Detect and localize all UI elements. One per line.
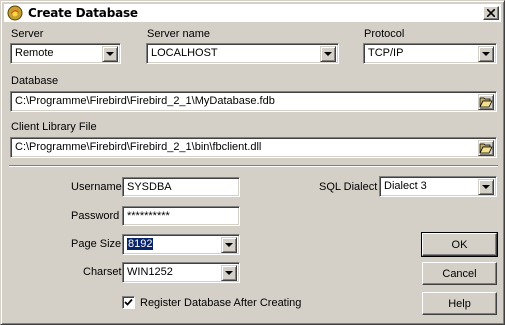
chevron-down-icon <box>324 52 332 56</box>
page-size-label: Page Size <box>71 238 122 250</box>
protocol-label: Protocol <box>364 28 405 40</box>
chevron-down-icon <box>225 243 233 247</box>
charset-label: Charset <box>83 266 122 278</box>
charset-select[interactable]: WIN1252 <box>122 262 240 283</box>
register-database-checkbox[interactable] <box>122 296 135 309</box>
page-size-dropdown-button[interactable] <box>221 237 237 253</box>
database-browse-button[interactable] <box>478 94 494 110</box>
username-input[interactable]: SYSDBA <box>122 177 240 197</box>
server-name-dropdown-button[interactable] <box>320 46 336 62</box>
database-app-icon <box>7 5 23 21</box>
server-name-value: LOCALHOST <box>151 47 218 59</box>
chevron-down-icon <box>482 52 490 56</box>
open-folder-icon <box>479 97 493 108</box>
client-library-value: C:\Programme\Firebird\Firebird_2_1\bin\f… <box>15 141 262 153</box>
protocol-select[interactable]: TCP/IP <box>363 43 497 64</box>
separator <box>9 165 498 167</box>
database-path-value: C:\Programme\Firebird\Firebird_2_1\MyDat… <box>15 95 275 107</box>
page-size-value: 8192 <box>127 238 154 250</box>
server-value: Remote <box>15 47 54 59</box>
sql-dialect-select[interactable]: Dialect 3 <box>379 176 497 197</box>
username-value: SYSDBA <box>127 181 172 193</box>
close-icon <box>487 9 495 17</box>
chevron-down-icon <box>482 185 490 189</box>
server-name-combo[interactable]: LOCALHOST <box>146 43 339 64</box>
client-library-browse-button[interactable] <box>478 140 494 156</box>
password-value: ********** <box>127 210 170 222</box>
sql-dialect-label: SQL Dialect <box>319 181 378 193</box>
server-dropdown-button[interactable] <box>102 46 118 62</box>
password-input[interactable]: ********** <box>122 206 240 226</box>
protocol-dropdown-button[interactable] <box>478 46 494 62</box>
server-label: Server <box>11 28 44 40</box>
sql-dialect-dropdown-button[interactable] <box>478 179 494 195</box>
close-button[interactable] <box>483 6 499 20</box>
charset-dropdown-button[interactable] <box>221 265 237 281</box>
help-button[interactable]: Help <box>422 292 497 315</box>
page-size-select[interactable]: 8192 <box>122 234 240 255</box>
title-bar: Create Database <box>4 4 501 22</box>
open-folder-icon <box>479 143 493 154</box>
sql-dialect-value: Dialect 3 <box>384 180 427 192</box>
register-database-label[interactable]: Register Database After Creating <box>140 297 301 309</box>
server-name-label: Server name <box>147 28 210 40</box>
password-label: Password <box>71 210 120 222</box>
database-path-input[interactable]: C:\Programme\Firebird\Firebird_2_1\MyDat… <box>10 91 497 112</box>
server-select[interactable]: Remote <box>10 43 121 64</box>
charset-value: WIN1252 <box>127 266 173 278</box>
username-label: Username <box>71 181 122 193</box>
ok-button[interactable]: OK <box>421 232 498 257</box>
client-library-label: Client Library File <box>11 121 97 133</box>
create-database-dialog: Create Database Server Remote Server nam… <box>0 0 505 325</box>
window-title: Create Database <box>28 6 138 20</box>
chevron-down-icon <box>106 52 114 56</box>
checkmark-icon <box>124 298 133 306</box>
protocol-value: TCP/IP <box>368 47 404 59</box>
database-label: Database <box>11 75 59 87</box>
client-library-input[interactable]: C:\Programme\Firebird\Firebird_2_1\bin\f… <box>10 137 497 158</box>
cancel-button[interactable]: Cancel <box>422 262 497 285</box>
chevron-down-icon <box>225 271 233 275</box>
